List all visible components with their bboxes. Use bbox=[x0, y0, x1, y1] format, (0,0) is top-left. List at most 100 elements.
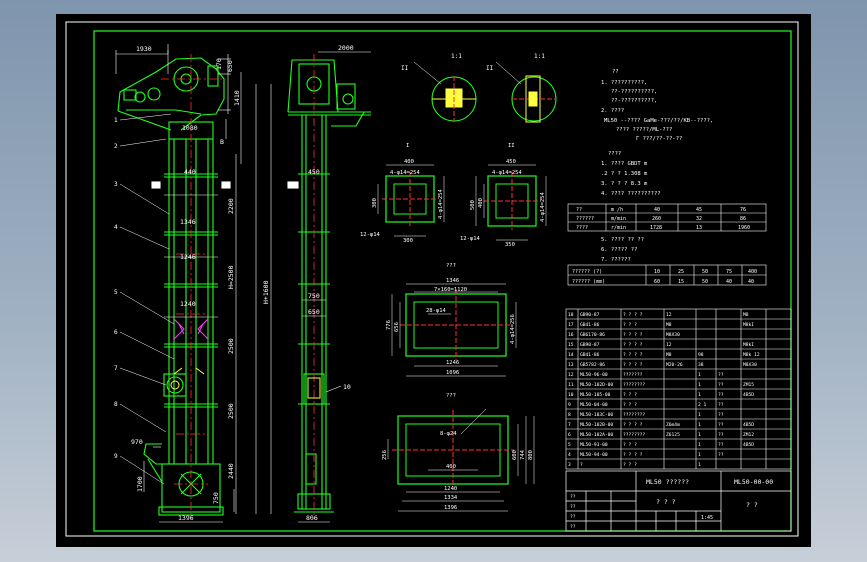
sv-dim-750: 750 bbox=[308, 292, 320, 300]
sec-b-dim-12holes: 12-φ14 bbox=[460, 236, 481, 242]
fv-leader-7: 7 bbox=[114, 365, 118, 372]
bom-cell: 1 bbox=[698, 392, 701, 398]
fv-dim-440: 440 bbox=[184, 168, 196, 176]
sec-b-dim-holes1: 4-φ14=254 bbox=[492, 170, 522, 176]
fv-leader-6: 6 bbox=[114, 329, 118, 336]
bom-cell: M8kI bbox=[743, 342, 754, 348]
sec-a-dim-holes1: 4-φ14=254 bbox=[390, 170, 420, 176]
bom-cell: M8 bbox=[666, 322, 672, 328]
bom-cell: 12 bbox=[666, 312, 672, 318]
bom-cell: 2 1 bbox=[698, 402, 707, 408]
bom-cell: GB5782-86 bbox=[580, 362, 605, 368]
note2-line-3: 7. ?????? bbox=[601, 257, 631, 263]
bom-cell: M8X30 bbox=[666, 332, 680, 338]
bom-cell: 16 bbox=[568, 332, 574, 338]
pt1-r0-c1: m /h bbox=[611, 207, 623, 213]
note-line-12: 4. ???? ?????????? bbox=[601, 191, 661, 197]
sec-b-dim-holes2: 4-φ14=254 bbox=[540, 192, 546, 222]
pt2-r1-c1: 60 bbox=[654, 279, 660, 285]
bom-cell: 11 bbox=[568, 382, 574, 388]
bom-cell: 9 bbox=[568, 402, 571, 408]
bom-cell: M8X30 bbox=[743, 362, 757, 368]
bom-cell: ML50-102D-00 bbox=[580, 382, 613, 388]
bom-cell: ? ? ? ? bbox=[623, 332, 643, 338]
fv-dim-1080: 1080 bbox=[182, 124, 198, 132]
detail-tl-label: II bbox=[401, 65, 409, 72]
bom-cell: ML50-04-00 bbox=[580, 402, 608, 408]
fv-dim-170: 170 bbox=[215, 58, 223, 70]
fv-dim-h1600: H+1600 bbox=[262, 280, 270, 304]
note-line-2: ??-??????????, bbox=[611, 89, 657, 95]
bom-cell: ? ? ? bbox=[623, 392, 637, 398]
sec-c-dim-1246: 1246 bbox=[446, 360, 459, 366]
bom-cell: M8kI bbox=[743, 322, 754, 328]
title-block: ML50 ?????? ? ? ? ML50-00-00 ? ? 1:45 ??… bbox=[565, 470, 792, 532]
bom-cell: ???????? bbox=[623, 432, 645, 438]
bom-cell: M8 bbox=[743, 312, 749, 318]
fv-dim-2440: 2440 bbox=[227, 463, 235, 479]
tb-scale: 1:45 bbox=[701, 515, 713, 521]
bom-cell: ML50-103C-00 bbox=[580, 412, 613, 418]
bill-of-materials: 18 GB90-87? ? ? ? 12 M817 GB41-86? ? ? M8 M8kI… bbox=[565, 308, 792, 470]
detail-tr-label: II bbox=[486, 65, 494, 72]
tb-rev-3: ?? bbox=[570, 514, 576, 520]
sec-c-dim-4holes: 4-φ14=256 bbox=[510, 314, 516, 344]
pt2-r0-c5: 400 bbox=[748, 269, 757, 275]
fv-dim-650: 650 bbox=[226, 60, 234, 72]
bom-cell: 5 bbox=[568, 442, 571, 448]
performance-table-2: ?????? (?) 10 25 50 75 400 ?????? (mm) 6… bbox=[567, 264, 767, 286]
note-line-3: ??-??????????, bbox=[611, 98, 657, 104]
bom-cell: ?? bbox=[718, 442, 724, 448]
bom-cell: 15 bbox=[568, 342, 574, 348]
bom-cell: ? ? ? bbox=[623, 322, 637, 328]
detail-top-right bbox=[495, 61, 557, 123]
bom-cell: M8k 12 bbox=[743, 352, 760, 358]
sec-d-dim-600: 600 bbox=[512, 450, 518, 460]
tb-unit: ? ? bbox=[746, 501, 758, 509]
sec-b-dim-400: 400 bbox=[478, 198, 484, 208]
bom-cell: ? ? ? ? bbox=[623, 362, 643, 368]
bom-cell: GB6170-86 bbox=[580, 332, 605, 338]
sec-b-dim-450: 450 bbox=[506, 159, 516, 165]
bom-cell: ?? bbox=[718, 452, 724, 458]
sec-d-dim-800: 800 bbox=[528, 450, 534, 460]
bom-cell: ZM15 bbox=[743, 382, 754, 388]
bom-cell: 17 bbox=[568, 322, 574, 328]
bom-cell: ? ? ? bbox=[623, 402, 637, 408]
sec-d-dim-8holes: 8-φ24 bbox=[440, 431, 457, 437]
fv-dim-750: 750 bbox=[212, 492, 220, 504]
bom-cell: 3 bbox=[568, 462, 571, 468]
section-a: I 400 4-φ14=254 300 4-φ14=254 300 12-φ14 bbox=[360, 143, 445, 244]
pt2-r0-c0: ?????? (?) bbox=[572, 269, 602, 275]
fv-dim-1930: 1930 bbox=[136, 45, 152, 53]
bom-cell: M8 bbox=[666, 352, 672, 358]
fv-dim-2500b: 2500 bbox=[227, 403, 235, 419]
bom-cell: ???????? bbox=[623, 412, 645, 418]
sec-c-title: ??? bbox=[446, 263, 456, 269]
fv-leader-5: 5 bbox=[114, 289, 118, 296]
tb-drawing-no: ML50-00-00 bbox=[734, 478, 773, 486]
sec-d-dim-1396: 1396 bbox=[444, 505, 457, 511]
cad-viewport[interactable]: 1930 170 650 1410 1080 440 2200 1346 124… bbox=[56, 14, 811, 547]
front-view bbox=[117, 57, 231, 516]
fv-leader-4: 4 bbox=[114, 224, 118, 231]
detail-top-left bbox=[413, 61, 477, 122]
sec-b-dim-500: 500 bbox=[470, 200, 476, 210]
bom-cell: ML50-93-00 bbox=[580, 442, 608, 448]
bom-cell: ?? bbox=[718, 422, 724, 428]
pt1-r0-c2: 40 bbox=[654, 207, 660, 213]
bom-cell: 4B5D bbox=[743, 392, 754, 398]
bom-cell: 1 bbox=[698, 372, 701, 378]
bom-cell: GB90-87 bbox=[580, 342, 600, 348]
fv-dim-1396: 1396 bbox=[178, 514, 194, 522]
bom-cell: 12 bbox=[666, 342, 672, 348]
sv-leader-10: 10 bbox=[343, 383, 351, 391]
note-line-10: .2 ? ? 1.308 m bbox=[601, 171, 648, 177]
tb-rev-1: ?? bbox=[570, 494, 576, 500]
fv-dim-h2500: H=2500 bbox=[227, 265, 235, 289]
tb-rev-4: ?? bbox=[570, 524, 576, 530]
bom-cell: 1 bbox=[698, 382, 701, 388]
pt2-r0-c3: 50 bbox=[702, 269, 708, 275]
bom-cell: 4 bbox=[568, 452, 571, 458]
bom-cell: ML50-102A-00 bbox=[580, 432, 613, 438]
